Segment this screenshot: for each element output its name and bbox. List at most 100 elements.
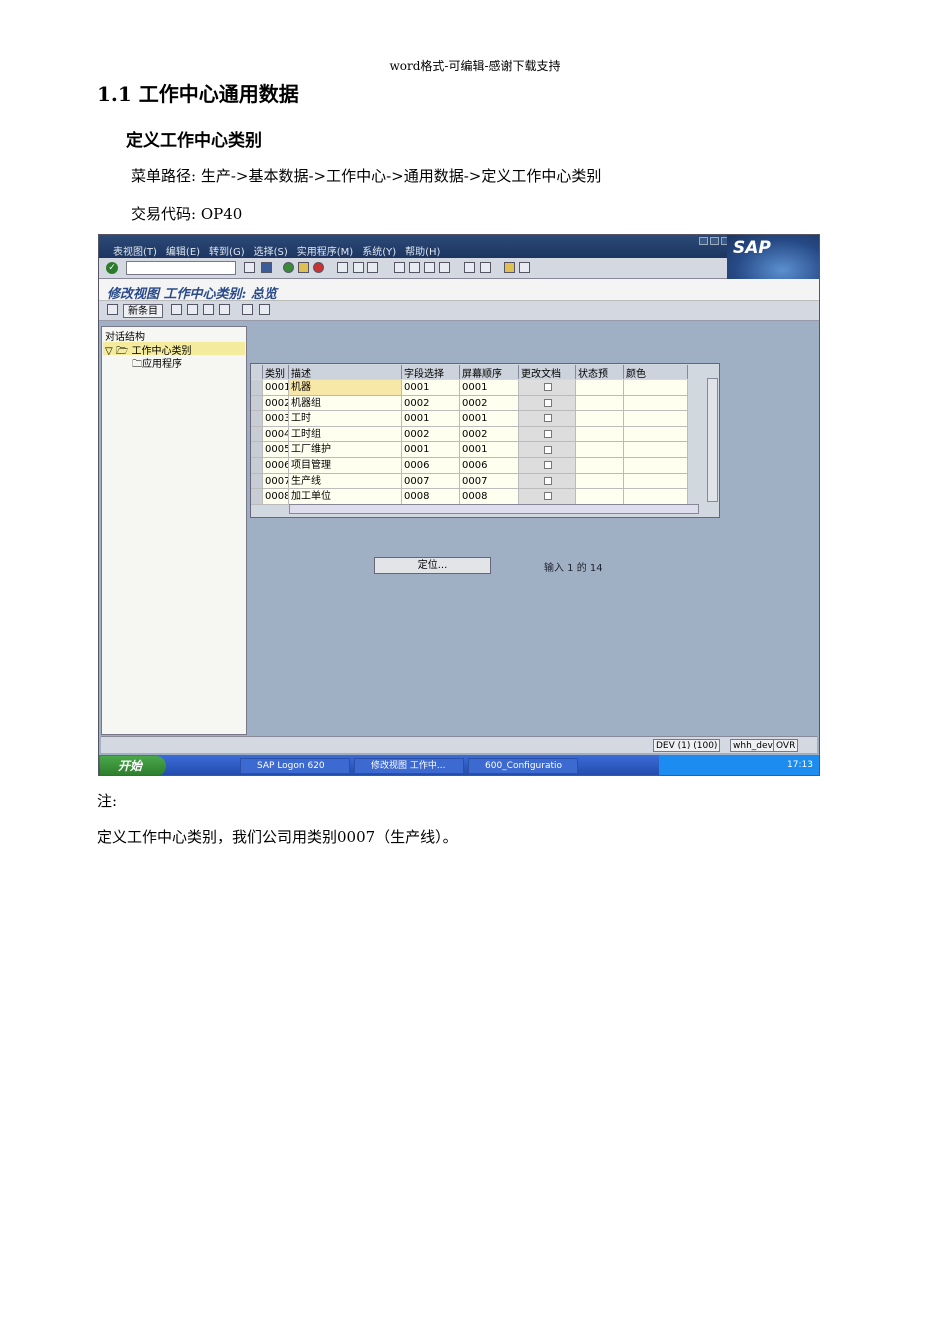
cell-color[interactable] [624, 489, 688, 504]
checkbox[interactable] [544, 383, 552, 392]
next-page-icon[interactable] [424, 262, 435, 273]
menu-item-help[interactable]: 帮助(H) [405, 243, 440, 258]
cell-color[interactable] [624, 411, 688, 426]
cell-field-selection[interactable]: 0006 [402, 457, 460, 473]
history-dropdown-icon[interactable] [244, 262, 255, 273]
cell-screen-sequence[interactable]: 0007 [460, 473, 519, 489]
system-info[interactable]: DEV (1) (100) [653, 739, 721, 752]
new-entries-button[interactable]: 新条目 [123, 304, 163, 318]
cell-description[interactable]: 生产线 [289, 473, 402, 489]
cell-color[interactable] [624, 426, 688, 442]
cell-field-selection[interactable]: 0001 [402, 411, 460, 426]
find-icon[interactable] [353, 262, 364, 273]
save-icon[interactable] [261, 262, 272, 273]
cell-status-profile[interactable] [576, 380, 624, 395]
cell-change-docs-checkbox[interactable] [519, 489, 576, 504]
horizontal-scrollbar[interactable] [289, 504, 699, 514]
cell-change-docs-checkbox[interactable] [519, 380, 576, 395]
menu-item-selection[interactable]: 选择(S) [254, 243, 288, 258]
select-all-rows-cell[interactable] [251, 365, 263, 379]
column-header-field-selection[interactable]: 字段选择 [402, 365, 460, 379]
checkbox[interactable] [544, 492, 552, 501]
table-row[interactable]: 0005 工厂维护 0001 0001 [251, 442, 688, 458]
cell-screen-sequence[interactable]: 0001 [460, 411, 519, 426]
column-header-change-docs[interactable]: 更改文档 [519, 365, 576, 379]
enter-check-icon[interactable]: ✓ [106, 262, 118, 274]
cell-field-selection[interactable]: 0007 [402, 473, 460, 489]
previous-page-icon[interactable] [409, 262, 420, 273]
column-header-description[interactable]: 描述 [289, 365, 402, 379]
table-row[interactable]: 0001 机器 0001 0001 [251, 380, 688, 396]
row-selector[interactable] [251, 395, 263, 411]
cancel-icon[interactable] [313, 262, 324, 273]
cell-description[interactable]: 工厂维护 [289, 442, 402, 457]
taskbar-item-maintain-view[interactable]: 修改视图 工作中... [354, 758, 464, 774]
print-icon[interactable] [337, 262, 348, 273]
checkbox[interactable] [544, 430, 552, 439]
new-session-icon[interactable] [464, 262, 475, 273]
cell-status-profile[interactable] [576, 442, 624, 457]
column-header-category[interactable]: 类别 [263, 365, 289, 379]
table-row[interactable]: 0004 工时组 0002 0002 [251, 426, 688, 443]
cell-change-docs-checkbox[interactable] [519, 442, 576, 457]
checkbox[interactable] [544, 398, 552, 407]
cell-description[interactable]: 工时组 [289, 426, 402, 442]
cell-screen-sequence[interactable]: 0006 [460, 457, 519, 473]
cell-description[interactable]: 项目管理 [289, 457, 402, 473]
cell-description[interactable]: 加工单位 [289, 489, 402, 504]
maximize-icon[interactable] [710, 237, 719, 245]
column-header-screen-sequence[interactable]: 屏幕顺序 [460, 365, 519, 379]
menu-item-system[interactable]: 系统(Y) [362, 243, 396, 258]
tree-item-work-center-category[interactable]: ▽ 🗁 工作中心类别 [103, 342, 245, 357]
row-selector[interactable] [251, 442, 263, 457]
cell-field-selection[interactable]: 0002 [402, 395, 460, 411]
menu-item-table-view[interactable]: 表视图(T) [113, 243, 157, 258]
insert-mode[interactable]: OVR [773, 739, 799, 752]
row-selector[interactable] [251, 457, 263, 473]
table-row[interactable]: 0002 机器组 0002 0002 [251, 395, 688, 412]
select-block-icon[interactable] [242, 304, 253, 315]
checkbox[interactable] [544, 476, 552, 485]
table-row[interactable]: 0003 工时 0001 0001 [251, 411, 688, 427]
taskbar-item-configuration[interactable]: 600_Configuratio [468, 758, 578, 774]
menu-item-utilities[interactable]: 实用程序(M) [297, 243, 353, 258]
cell-screen-sequence[interactable]: 0008 [460, 489, 519, 504]
deselect-all-icon[interactable] [259, 304, 270, 315]
cell-color[interactable] [624, 442, 688, 457]
cell-status-profile[interactable] [576, 489, 624, 504]
help-icon[interactable] [504, 262, 515, 273]
cell-field-selection[interactable]: 0001 [402, 380, 460, 395]
cell-color[interactable] [624, 473, 688, 489]
position-button[interactable]: 定位... [374, 557, 491, 574]
cell-screen-sequence[interactable]: 0002 [460, 426, 519, 442]
layout-menu-icon[interactable] [519, 262, 530, 273]
cell-screen-sequence[interactable]: 0001 [460, 380, 519, 395]
start-button[interactable]: 开始 [100, 756, 166, 775]
cell-status-profile[interactable] [576, 426, 624, 442]
cell-status-profile[interactable] [576, 411, 624, 426]
cell-status-profile[interactable] [576, 473, 624, 489]
copy-icon[interactable] [171, 304, 182, 315]
table-row[interactable]: 0008 加工单位 0008 0008 [251, 489, 688, 505]
vertical-scrollbar[interactable] [707, 378, 718, 502]
cell-change-docs-checkbox[interactable] [519, 457, 576, 473]
select-all-icon[interactable] [219, 304, 230, 315]
row-selector[interactable] [251, 411, 263, 426]
row-selector[interactable] [251, 426, 263, 442]
delete-icon[interactable] [187, 304, 198, 315]
cell-screen-sequence[interactable]: 0001 [460, 442, 519, 457]
menu-item-goto[interactable]: 转到(G) [209, 243, 245, 258]
cell-description[interactable]: 机器组 [289, 395, 402, 411]
cell-status-profile[interactable] [576, 457, 624, 473]
last-page-icon[interactable] [439, 262, 450, 273]
undo-change-icon[interactable] [203, 304, 214, 315]
cell-change-docs-checkbox[interactable] [519, 426, 576, 442]
cell-color[interactable] [624, 457, 688, 473]
checkbox[interactable] [544, 445, 552, 454]
checkbox[interactable] [544, 461, 552, 470]
menu-item-edit[interactable]: 编辑(E) [166, 243, 200, 258]
minimize-icon[interactable] [699, 237, 708, 245]
column-header-status-profile[interactable]: 状态预 [576, 365, 624, 379]
cell-field-selection[interactable]: 0001 [402, 442, 460, 457]
cell-color[interactable] [624, 395, 688, 411]
